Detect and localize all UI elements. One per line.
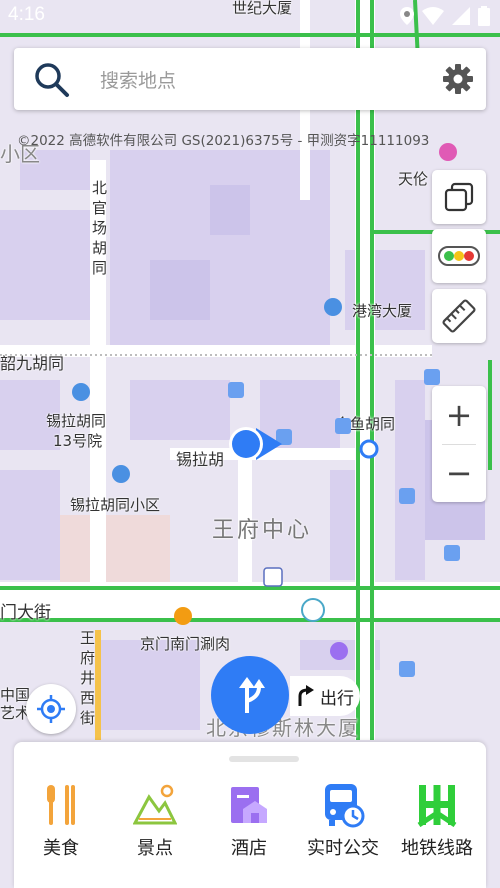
category-bus[interactable]: 实时公交 — [296, 782, 390, 860]
crosshair-icon — [37, 695, 65, 723]
category-food[interactable]: 美食 — [14, 782, 108, 860]
current-location-marker — [229, 427, 282, 461]
search-bar[interactable]: 搜索地点 — [14, 48, 486, 110]
zoom-out-button[interactable]: − — [432, 444, 486, 502]
zoom-in-button[interactable]: + — [432, 386, 486, 444]
travel-button[interactable]: 出行 — [290, 676, 360, 716]
ruler-icon — [442, 299, 476, 333]
wifi-icon — [422, 7, 444, 25]
category-hotel-label: 酒店 — [231, 838, 267, 859]
signal-icon — [452, 7, 470, 25]
locate-button[interactable] — [26, 684, 76, 734]
category-subway[interactable]: 地铁线路 — [390, 782, 484, 860]
bus-stop-icon — [228, 369, 460, 677]
map-copyright: ©2022 高德软件有限公司 GS(2021)6375号 - 甲测资字11111… — [17, 133, 430, 149]
battery-icon — [478, 6, 490, 26]
category-subway-label: 地铁线路 — [401, 838, 473, 859]
settings-icon[interactable] — [442, 63, 474, 95]
search-icon[interactable] — [34, 62, 70, 98]
traffic-light-icon — [438, 246, 480, 266]
hotel-icon — [231, 787, 267, 823]
category-scenic[interactable]: 景点 — [108, 782, 202, 860]
bus-icon — [325, 784, 365, 828]
bottom-panel: 美食 景点 酒店 实时公交 地铁线路 — [14, 742, 486, 888]
layers-button[interactable] — [432, 170, 486, 224]
status-icons — [400, 6, 490, 26]
status-bar: 4:16 — [0, 0, 500, 34]
subway-icon — [417, 785, 457, 827]
category-food-label: 美食 — [43, 838, 79, 859]
scenic-icon — [133, 784, 177, 825]
food-icon — [47, 785, 75, 825]
route-fork-icon — [239, 677, 265, 713]
turn-arrow-icon — [298, 685, 314, 706]
category-scenic-label: 景点 — [137, 838, 173, 859]
category-bus-label: 实时公交 — [307, 838, 379, 859]
search-input[interactable]: 搜索地点 — [100, 66, 176, 93]
ruler-button[interactable] — [432, 289, 486, 343]
traffic-button[interactable] — [432, 229, 486, 283]
category-hotel[interactable]: 酒店 — [202, 782, 296, 860]
travel-label: 出行 — [320, 688, 354, 709]
location-status-icon — [400, 7, 414, 25]
route-button[interactable] — [211, 656, 289, 734]
drag-handle[interactable] — [229, 756, 299, 762]
zoom-controls: + − — [432, 386, 486, 502]
layers-icon — [444, 182, 474, 212]
status-time: 4:16 — [8, 4, 45, 25]
